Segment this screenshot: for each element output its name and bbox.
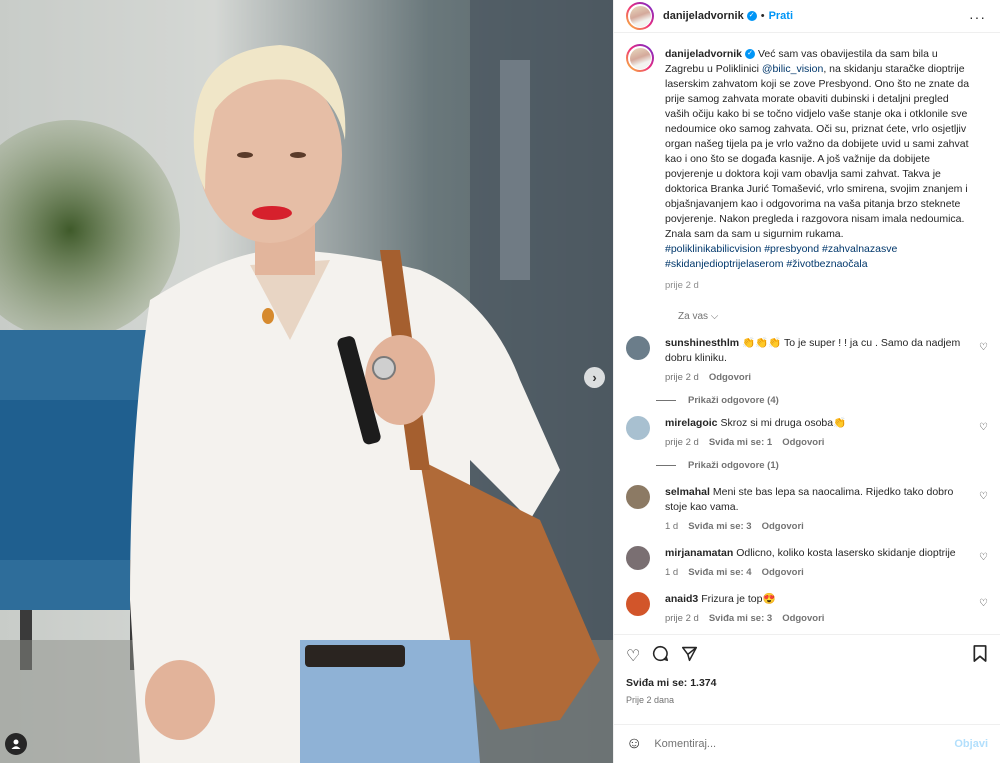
verified-badge-icon: ✓ [745, 49, 756, 60]
reply-button[interactable]: Odgovori [782, 613, 824, 624]
comment-avatar[interactable] [626, 592, 650, 616]
post-comment-button[interactable]: Objavi [954, 738, 988, 750]
post-media[interactable]: › [0, 0, 613, 763]
comment-time[interactable]: 1 d [665, 567, 678, 578]
comment-username[interactable]: mirelagoic [665, 417, 718, 429]
post-header: danijeladvornik ✓ • Prati ··· [614, 0, 1000, 33]
comment-avatar[interactable] [626, 485, 650, 509]
caption-mention-link[interactable]: @bilic_vision [762, 63, 823, 75]
comment-bubble-icon[interactable] [652, 645, 669, 667]
post-date: Prije 2 dana [626, 695, 675, 705]
comment-username[interactable]: sunshinesthlm [665, 337, 739, 349]
emoji-smiley-icon[interactable]: ☺ [626, 735, 642, 753]
user-icon [11, 739, 21, 749]
comment-avatar[interactable] [626, 546, 650, 570]
comment-likes[interactable]: Sviđa mi se: 3 [688, 521, 751, 532]
comment-avatar[interactable] [626, 416, 650, 440]
post-panel: danijeladvornik ✓ • Prati ··· danijeladv… [613, 0, 1000, 763]
comment-likes[interactable]: Sviđa mi se: 1 [709, 437, 772, 448]
comment-text: Odlicno, koliko kosta lasersko skidanje … [736, 547, 956, 559]
next-image-button[interactable]: › [584, 367, 605, 388]
reply-button[interactable]: Odgovori [709, 372, 751, 383]
comment-username[interactable]: selmahal [665, 486, 710, 498]
avatar[interactable] [626, 2, 654, 30]
header-username[interactable]: danijeladvornik [663, 10, 744, 22]
language-filter[interactable]: Za vas ⌵ [678, 311, 988, 322]
post-photo [0, 0, 613, 763]
comment-time[interactable]: prije 2 d [665, 613, 699, 624]
comment-time[interactable]: 1 d [665, 521, 678, 532]
reply-button[interactable]: Odgovori [762, 567, 804, 578]
caption: danijeladvornik ✓ Već sam vas obavijestil… [626, 44, 988, 293]
share-send-icon[interactable] [681, 645, 698, 667]
view-replies-button[interactable]: Prikaži odgovore (1) [656, 460, 988, 471]
comment-item: sunshinesthlm 👏👏👏 To je super ! ! ja cu … [626, 336, 988, 383]
comment-username[interactable]: mirjanamatan [665, 547, 733, 559]
like-comment-heart-icon[interactable]: ♡ [979, 342, 988, 353]
comment-item: selmahal Meni ste bas lepa sa naocalima.… [626, 485, 988, 532]
bookmark-icon[interactable] [972, 645, 988, 667]
comment-input[interactable] [654, 738, 955, 750]
comment-time[interactable]: prije 2 d [665, 437, 699, 448]
more-options-icon[interactable]: ··· [969, 9, 986, 25]
comments-scroll[interactable]: danijeladvornik ✓ Već sam vas obavijestil… [614, 33, 1000, 634]
comment-username[interactable]: anaid3 [665, 593, 698, 605]
comment-likes[interactable]: Sviđa mi se: 4 [688, 567, 751, 578]
verified-badge-icon: ✓ [746, 11, 757, 21]
likes-count[interactable]: Sviđa mi se: 1.374 [626, 677, 988, 689]
like-heart-icon[interactable]: ♡ [626, 646, 640, 666]
post-actions: ♡ Sviđa mi se: 1.374 Prije 2 dana [614, 634, 1000, 724]
comments-list: sunshinesthlm 👏👏👏 To je super ! ! ja cu … [626, 336, 988, 624]
comment-text: Skroz si mi druga osoba👏 [720, 417, 847, 429]
comment-item: anaid3 Frizura je top😍 prije 2 d Sviđa mi… [626, 592, 988, 624]
comment-likes[interactable]: Sviđa mi se: 3 [709, 613, 772, 624]
like-comment-heart-icon[interactable]: ♡ [979, 598, 988, 609]
comment-avatar[interactable] [626, 336, 650, 360]
caption-hashtags[interactable]: #poliklinikabilicvision #presbyond #zahv… [665, 243, 897, 270]
reply-button[interactable]: Odgovori [782, 437, 824, 448]
user-tags-button[interactable] [5, 733, 27, 755]
caption-text-2: , na skidanju staračke dioptrije lasersk… [665, 63, 970, 240]
reply-button[interactable]: Odgovori [762, 521, 804, 532]
comment-text: Frizura je top😍 [701, 593, 776, 605]
caption-username[interactable]: danijeladvornik [665, 48, 742, 60]
view-replies-button[interactable]: Prikaži odgovore (4) [656, 395, 988, 406]
comment-item: mirelagoic Skroz si mi druga osoba👏 prij… [626, 416, 988, 448]
separator-dot: • [760, 10, 765, 22]
comment-time[interactable]: prije 2 d [665, 372, 699, 383]
like-comment-heart-icon[interactable]: ♡ [979, 552, 988, 563]
caption-timestamp[interactable]: prije 2 d [665, 278, 970, 293]
like-comment-heart-icon[interactable]: ♡ [979, 422, 988, 433]
like-comment-heart-icon[interactable]: ♡ [979, 491, 988, 502]
avatar[interactable] [626, 44, 654, 72]
comment-item: mirjanamatan Odlicno, koliko kosta laser… [626, 546, 988, 578]
follow-button[interactable]: Prati [769, 10, 793, 22]
comment-bar: ☺ Objavi [614, 724, 1000, 763]
